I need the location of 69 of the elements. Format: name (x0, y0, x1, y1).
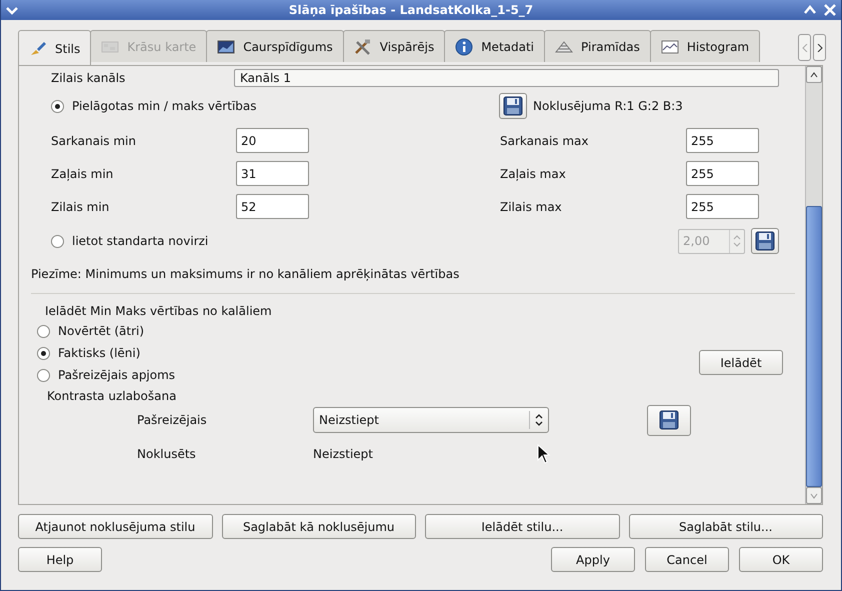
field-label: Sarkanais max (500, 134, 590, 148)
spin-field: 2,00 (678, 228, 745, 254)
scrollbar[interactable] (805, 66, 822, 504)
tab-icon (354, 38, 372, 54)
chevron-right-icon (816, 44, 822, 52)
section-title: Kontrasta uzlabošana (47, 389, 176, 403)
tab[interactable]: Piramīdas (544, 30, 651, 62)
chevron-up-icon (810, 72, 818, 78)
tab-icon (660, 38, 679, 54)
style-button[interactable]: Ielādēt stilu... (425, 514, 620, 539)
save-button[interactable] (499, 93, 527, 119)
dialog-button[interactable]: Cancel (645, 547, 729, 572)
tab[interactable]: Caurspīdīgums (206, 30, 344, 62)
radio-label: Pielāgotas min / maks vērtības (72, 99, 256, 113)
input-field[interactable]: 255 (686, 194, 759, 219)
save-button[interactable] (647, 404, 691, 436)
radio-button[interactable] (37, 324, 50, 338)
field-label: Noklusēts (137, 447, 197, 461)
section-title: Ielādēt Min Maks vērtības no kalāliem (45, 304, 272, 318)
radio-label: Novērtēt (ātri) (58, 324, 144, 338)
radio-label: Faktisks (lēni) (58, 346, 140, 360)
tab-icon (455, 38, 474, 56)
field-label: Zilais kanāls (51, 71, 126, 85)
field-label: Zaļais max (500, 166, 567, 180)
field-label: Pašreizējais (137, 413, 208, 427)
floppy-icon (755, 231, 775, 251)
input-field[interactable]: 31 (236, 161, 309, 186)
default-bands-label: Noklusējuma R:1 G:2 B:3 (533, 99, 683, 113)
chevron-left-icon (802, 44, 808, 52)
contrast-dropdown[interactable]: Neizstiept (313, 407, 549, 433)
tab-icon (555, 38, 574, 54)
note-text: Piezīme: Minimums un maksimums ir no kanāliem aprēķinātas vērtības (31, 267, 460, 281)
field-label: Zaļais min (51, 166, 114, 180)
input-field[interactable]: 255 (686, 128, 759, 153)
radio-label: lietot standarta novirzi (72, 234, 208, 248)
input-field[interactable]: 52 (236, 194, 309, 219)
style-button[interactable]: Saglabāt stilu... (628, 514, 823, 539)
dialog-button[interactable]: Apply (551, 547, 635, 572)
input-field[interactable]: 255 (686, 161, 759, 186)
tab-icon (217, 38, 236, 54)
tab[interactable]: Histogram (650, 30, 760, 62)
window-title: Slāņa īpašības - LandsatKolka_1-5_7 (288, 3, 534, 17)
dialog-button[interactable]: Help (18, 547, 102, 572)
dialog-button[interactable]: OK (739, 547, 823, 572)
scroll-right-button[interactable] (813, 34, 826, 61)
field-label: Sarkanais min (51, 134, 137, 148)
close-icon[interactable] (823, 3, 837, 17)
field-label: Zilais min (51, 200, 110, 214)
band-dropdown[interactable]: Kanāls 1 (234, 69, 779, 87)
tab[interactable]: Vispārējs (342, 30, 446, 62)
tab[interactable]: Metadati (444, 30, 546, 62)
tab-icon (29, 40, 47, 56)
input-field[interactable]: 20 (236, 128, 309, 153)
cursor-icon (537, 444, 551, 464)
radio-button[interactable] (37, 346, 50, 360)
style-button[interactable]: Saglabāt kā noklusējumu (222, 514, 416, 539)
floppy-icon (503, 96, 523, 116)
tab-icon (101, 38, 120, 54)
field-value: Neizstiept (313, 447, 373, 461)
radio-label: Pašreizējais apjoms (58, 368, 176, 382)
radio-button[interactable] (51, 100, 64, 112)
tab[interactable]: Stils (18, 30, 92, 65)
floppy-icon (659, 410, 679, 430)
radio-button[interactable] (37, 368, 50, 382)
field-label: Zilais max (500, 200, 563, 214)
save-button[interactable] (751, 228, 779, 254)
style-button[interactable]: Atjaunot noklusējuma stilu (18, 514, 212, 539)
load-button[interactable]: Ielādēt (699, 350, 783, 375)
chevron-down-icon (810, 492, 818, 498)
